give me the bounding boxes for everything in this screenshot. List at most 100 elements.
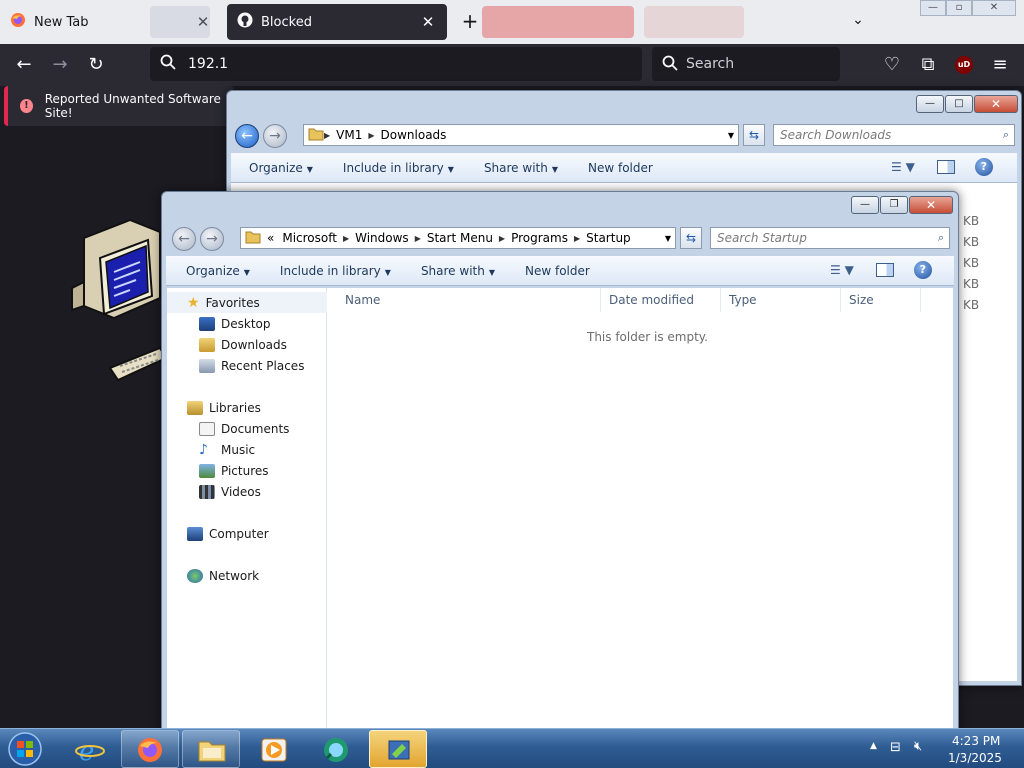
include-in-library-button[interactable]: Include in library ▼ bbox=[343, 161, 454, 175]
search-input[interactable] bbox=[686, 56, 826, 72]
breadcrumb-overflow[interactable]: « bbox=[267, 231, 274, 245]
menu-hamburger-icon[interactable]: ≡ bbox=[988, 53, 1012, 77]
nav-network[interactable]: Network bbox=[167, 565, 327, 586]
maximize-icon[interactable]: ▫ bbox=[946, 0, 972, 16]
forward-arrow-icon[interactable]: → bbox=[200, 227, 224, 251]
minimize-icon[interactable]: — bbox=[920, 0, 946, 16]
column-header-name[interactable]: Name bbox=[327, 288, 601, 312]
new-folder-button[interactable]: New folder bbox=[525, 264, 590, 278]
folder-icon bbox=[308, 127, 324, 144]
new-folder-button[interactable]: New folder bbox=[588, 161, 653, 175]
nav-videos[interactable]: Videos bbox=[167, 481, 327, 502]
volume-muted-icon[interactable]: 🔇︎ bbox=[914, 739, 922, 754]
share-with-button[interactable]: Share with ▼ bbox=[484, 161, 558, 175]
forward-arrow-icon[interactable]: → bbox=[48, 53, 72, 77]
organize-button[interactable]: Organize ▼ bbox=[186, 264, 250, 278]
url-input[interactable] bbox=[188, 56, 608, 72]
taskbar-app-active[interactable] bbox=[369, 730, 427, 768]
tab-blocked[interactable]: Blocked ✕ bbox=[227, 4, 447, 40]
nav-recent-places[interactable]: Recent Places bbox=[167, 355, 327, 376]
address-bar[interactable]: « Microsoft ▶ Windows ▶ Start Menu ▶ Pro… bbox=[240, 227, 676, 249]
column-header-size[interactable]: Size bbox=[841, 288, 921, 312]
new-tab-plus-icon[interactable]: + bbox=[458, 10, 482, 34]
preview-pane-icon[interactable] bbox=[875, 263, 894, 277]
nav-desktop[interactable]: Desktop bbox=[167, 313, 327, 334]
minimize-icon[interactable]: — bbox=[851, 196, 879, 214]
breadcrumb-item[interactable]: Start Menu bbox=[427, 231, 493, 245]
command-bar: Organize ▼ Include in library ▼ Share with… bbox=[231, 153, 1017, 183]
blurred-tab bbox=[482, 6, 634, 38]
nav-favorites[interactable]: ★ Favorites bbox=[167, 292, 327, 313]
refresh-icon[interactable]: ⇆ bbox=[680, 227, 702, 249]
taskbar-windows-explorer[interactable] bbox=[182, 730, 240, 768]
forward-arrow-icon[interactable]: → bbox=[263, 124, 287, 148]
taskbar-firefox[interactable] bbox=[121, 730, 179, 768]
breadcrumb-item[interactable]: Windows bbox=[355, 231, 409, 245]
close-icon[interactable]: ✕ bbox=[972, 0, 1016, 16]
view-options-icon[interactable]: ☰ ▼ bbox=[830, 263, 854, 277]
start-button[interactable] bbox=[4, 730, 46, 768]
breadcrumb-item[interactable]: VM1 bbox=[336, 128, 362, 142]
taskbar-internet-explorer[interactable]: e bbox=[60, 730, 118, 768]
view-options-icon[interactable]: ☰ ▼ bbox=[891, 160, 915, 174]
breadcrumb-item[interactable]: Startup bbox=[586, 231, 631, 245]
organize-button[interactable]: Organize ▼ bbox=[249, 161, 313, 175]
nav-pictures[interactable]: Pictures bbox=[167, 460, 327, 481]
column-header-type[interactable]: Type bbox=[721, 288, 841, 312]
empty-folder-message: This folder is empty. bbox=[587, 330, 708, 344]
url-bar[interactable] bbox=[150, 47, 642, 81]
documents-icon bbox=[199, 421, 215, 436]
taskbar-media-player[interactable] bbox=[244, 730, 302, 768]
help-icon[interactable]: ? bbox=[974, 158, 993, 176]
search-box[interactable]: ⌕ bbox=[773, 124, 1015, 146]
preview-pane-icon[interactable] bbox=[936, 160, 955, 174]
breadcrumb-item[interactable]: Microsoft bbox=[282, 231, 337, 245]
clock-time[interactable]: 4:23 PM bbox=[952, 734, 1000, 748]
command-bar: Organize ▼ Include in library ▼ Share with… bbox=[166, 256, 954, 286]
nav-computer[interactable]: Computer bbox=[167, 523, 327, 544]
minimize-icon[interactable]: — bbox=[916, 95, 944, 113]
back-arrow-icon[interactable]: ← bbox=[235, 124, 259, 148]
window-title-bar[interactable] bbox=[162, 192, 958, 222]
share-with-button[interactable]: Share with ▼ bbox=[421, 264, 495, 278]
nav-music[interactable]: ♪ Music bbox=[167, 439, 327, 460]
breadcrumb-separator-icon: ▶ bbox=[498, 233, 506, 243]
show-hidden-icons-chevron-icon[interactable]: ▲ bbox=[870, 741, 877, 751]
back-arrow-icon[interactable]: ← bbox=[172, 227, 196, 251]
search-input[interactable] bbox=[711, 231, 926, 245]
close-icon[interactable]: ✕ bbox=[974, 95, 1018, 113]
refresh-icon[interactable]: ⇆ bbox=[743, 124, 765, 146]
nav-libraries[interactable]: Libraries bbox=[167, 397, 327, 418]
chevron-down-icon[interactable]: ▼ bbox=[665, 234, 671, 243]
tab-close-icon[interactable]: ✕ bbox=[419, 13, 437, 31]
restore-icon[interactable]: ❐ bbox=[880, 196, 908, 214]
maximize-icon[interactable]: □ bbox=[945, 95, 973, 113]
clock-date[interactable]: 1/3/2025 bbox=[948, 751, 1002, 765]
window-title-bar[interactable] bbox=[227, 91, 1021, 121]
breadcrumb-item[interactable]: Programs bbox=[511, 231, 568, 245]
nav-downloads[interactable]: Downloads bbox=[167, 334, 327, 355]
address-bar[interactable]: ▶ VM1 ▶ Downloads ▼ bbox=[303, 124, 739, 146]
include-in-library-button[interactable]: Include in library ▼ bbox=[280, 264, 391, 278]
network-status-icon[interactable]: ⊟ bbox=[890, 740, 901, 755]
extensions-icon[interactable]: ⧉ bbox=[916, 53, 940, 77]
chevron-down-icon[interactable]: ⌄ bbox=[848, 12, 868, 32]
back-arrow-icon[interactable]: ← bbox=[12, 53, 36, 77]
taskbar-app-teal[interactable] bbox=[306, 730, 364, 768]
address-row: ← → ▶ VM1 ▶ Downloads ▼ ⇆ ⌕ bbox=[227, 121, 1021, 151]
close-icon[interactable]: ✕ bbox=[909, 196, 953, 214]
window-caption-buttons: — □ ✕ bbox=[915, 95, 1018, 113]
search-bar[interactable] bbox=[652, 47, 840, 81]
reload-icon[interactable]: ↻ bbox=[84, 53, 108, 77]
window-caption-buttons: — ❐ ✕ bbox=[850, 196, 953, 214]
help-icon[interactable]: ? bbox=[913, 261, 932, 279]
search-input[interactable] bbox=[774, 128, 990, 142]
search-box[interactable]: ⌕ bbox=[710, 227, 950, 249]
ublock-origin-icon[interactable]: uD bbox=[955, 56, 973, 74]
breadcrumb-item[interactable]: Downloads bbox=[381, 128, 447, 142]
chevron-down-icon[interactable]: ▼ bbox=[728, 131, 734, 140]
breadcrumb-separator-icon: ▶ bbox=[342, 233, 350, 243]
nav-documents[interactable]: Documents bbox=[167, 418, 327, 439]
column-header-date-modified[interactable]: Date modified bbox=[601, 288, 721, 312]
pocket-icon[interactable]: ♡ bbox=[880, 53, 904, 77]
